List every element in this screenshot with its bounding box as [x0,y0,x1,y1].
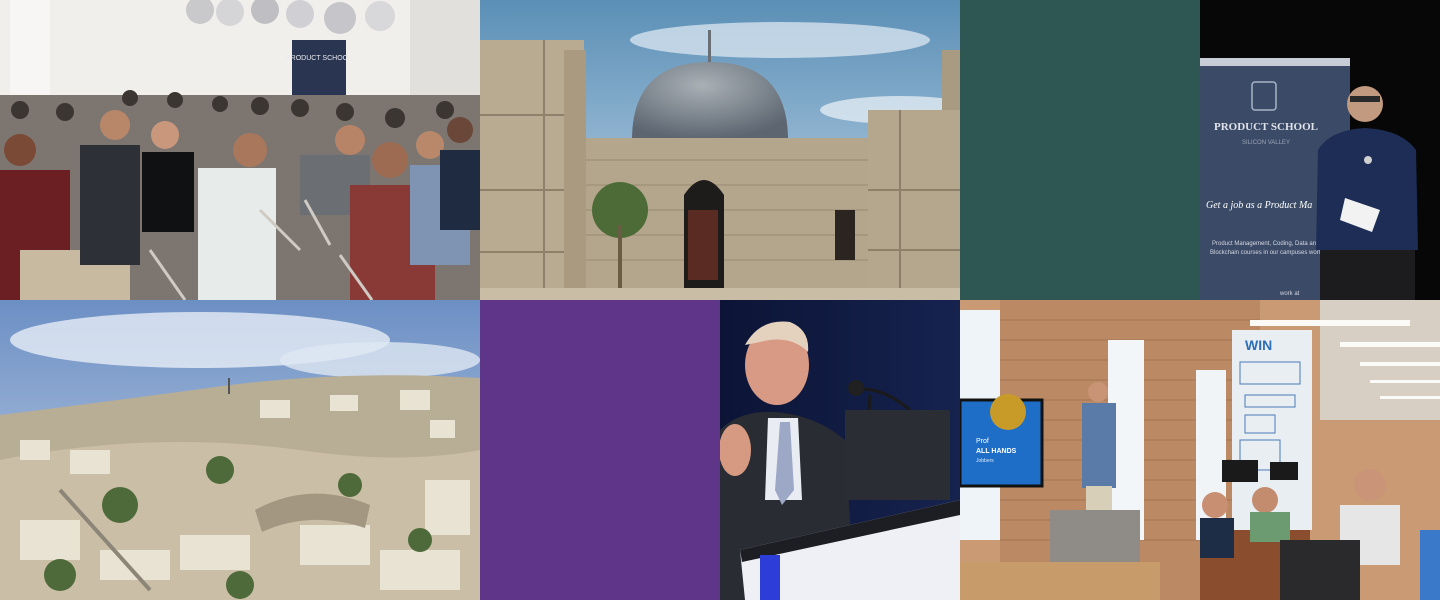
photo-city-panorama [0,300,480,600]
wall-text: WIN [1245,337,1272,353]
banner-footer: work at [1279,291,1300,297]
photo-audience-seminar: PRODUCT SCHOOL [0,0,480,300]
photo-speaker-podium [720,300,960,600]
color-block-teal [960,0,1200,300]
screen-line1: Prof [976,438,989,445]
photo-office-all-hands: Prof ALL HANDS Jobbers WIN [960,300,1440,600]
banner-title: PRODUCT SCHOOL [1214,121,1318,133]
banner-courses-line2: Blockchain courses in our campuses worl [1210,250,1320,256]
seminar-banner-text: PRODUCT SCHOOL [286,55,352,62]
color-block-purple [480,300,720,600]
banner-tagline: Get a job as a Product Ma [1206,200,1312,211]
screen-line2: ALL HANDS [976,448,1017,455]
banner-courses-line1: Product Management, Coding, Data and [1212,241,1319,247]
image-mosaic: PRODUCT SCHOOL PRODUCT SCHOOL SILICON VA… [0,0,1440,600]
banner-subtitle: SILICON VALLEY [1242,140,1290,146]
screen-line3: Jobbers [976,458,994,464]
photo-citadel-dome [480,0,960,300]
photo-speaker-product-school: PRODUCT SCHOOL SILICON VALLEY Get a job … [1200,0,1440,300]
